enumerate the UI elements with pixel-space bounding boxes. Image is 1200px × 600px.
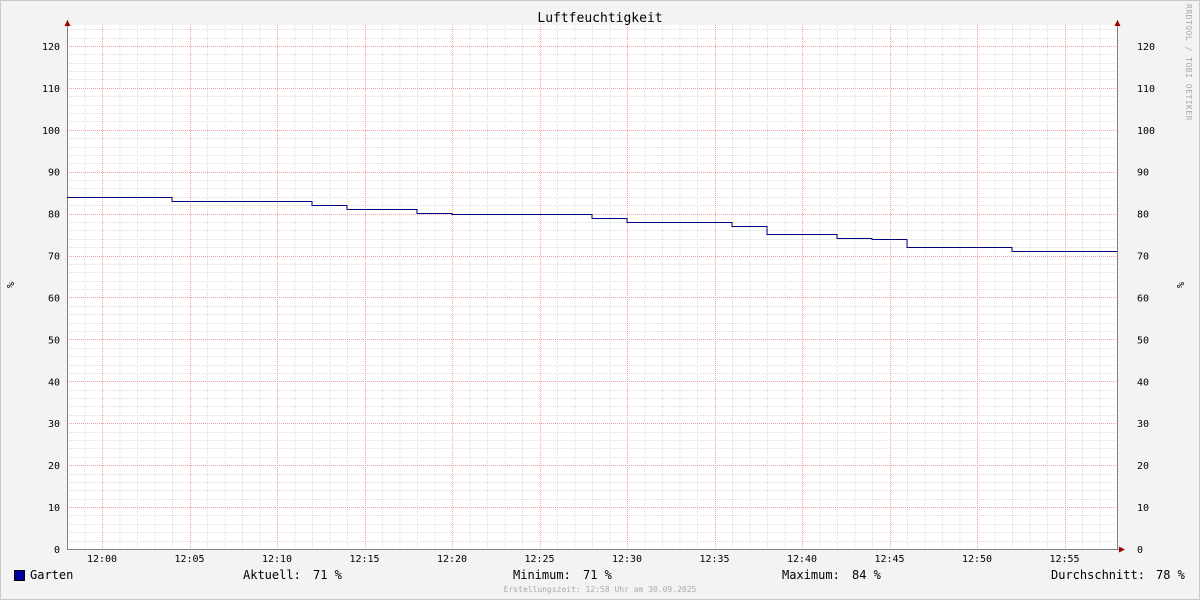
legend: Garten Aktuell: 71 % Minimum: 71 % Maxim…: [0, 568, 1200, 584]
y-tick-label-right: 20: [1137, 461, 1149, 472]
legend-avg-label: Durchschnitt:: [1051, 568, 1145, 582]
legend-max-value: 84 %: [852, 568, 881, 582]
y-tick-label-left: 110: [42, 84, 60, 95]
legend-avg-value: 78 %: [1156, 568, 1185, 582]
y-tick-label-left: 100: [42, 126, 60, 137]
y-axis-arrow-right: [1114, 20, 1121, 26]
legend-series-name: Garten: [30, 568, 74, 582]
humidity-chart: 0 0 10 10 20 20 30 30 40 40 50 50 60 60 70 70 80 80 90 90 10…: [42, 20, 1155, 565]
x-tick-label: 12:40: [787, 554, 817, 565]
y-tick-label-right: 30: [1137, 419, 1149, 430]
y-tick-label-left: 80: [48, 210, 60, 221]
y-tick-label-right: 100: [1137, 126, 1155, 137]
y-tick-label-left: 60: [48, 293, 60, 304]
y-tick-label-left: 70: [48, 252, 60, 263]
legend-current-label: Aktuell:: [243, 568, 301, 582]
y-tick-label-right: 60: [1137, 293, 1149, 304]
y-tick-label-left: 40: [48, 377, 60, 388]
legend-swatch: [14, 570, 25, 581]
y-tick-label-right: 70: [1137, 252, 1149, 263]
y-tick-label-right: 40: [1137, 377, 1149, 388]
y-tick-label-left: 0: [54, 545, 60, 556]
creation-time-footer: Erstellungszeit: 12:58 Uhr am 30.09.2025: [503, 585, 697, 594]
y-tick-label-left: 120: [42, 42, 60, 53]
y-tick-label-left: 10: [48, 503, 60, 514]
x-tick-label: 12:55: [1049, 554, 1079, 565]
x-tick-label: 12:50: [962, 554, 992, 565]
x-tick-label: 12:30: [612, 554, 642, 565]
y-tick-label-right: 120: [1137, 42, 1155, 53]
x-tick-label: 12:05: [174, 554, 204, 565]
x-tick-label: 12:00: [87, 554, 117, 565]
y-tick-label-right: 80: [1137, 210, 1149, 221]
y-tick-label-left: 50: [48, 335, 60, 346]
x-tick-label: 12:35: [699, 554, 729, 565]
y-tick-label-left: 20: [48, 461, 60, 472]
x-tick-label: 12:15: [349, 554, 379, 565]
x-axis-arrow: [1119, 546, 1125, 553]
legend-current-value: 71 %: [313, 568, 342, 582]
y-tick-label-left: 30: [48, 419, 60, 430]
y-tick-label-right: 110: [1137, 84, 1155, 95]
x-tick-label: 12:10: [262, 554, 292, 565]
y-tick-label-right: 90: [1137, 168, 1149, 179]
legend-min-value: 71 %: [583, 568, 612, 582]
legend-min-label: Minimum:: [513, 568, 571, 582]
y-tick-label-right: 50: [1137, 335, 1149, 346]
y-tick-label-right: 0: [1137, 545, 1143, 556]
x-tick-label: 12:25: [524, 554, 554, 565]
y-tick-label-right: 10: [1137, 503, 1149, 514]
y-tick-label-left: 90: [48, 168, 60, 179]
x-tick-label: 12:20: [437, 554, 467, 565]
y-axis-arrow-left: [64, 20, 71, 26]
legend-max-label: Maximum:: [782, 568, 840, 582]
x-tick-label: 12:45: [874, 554, 904, 565]
